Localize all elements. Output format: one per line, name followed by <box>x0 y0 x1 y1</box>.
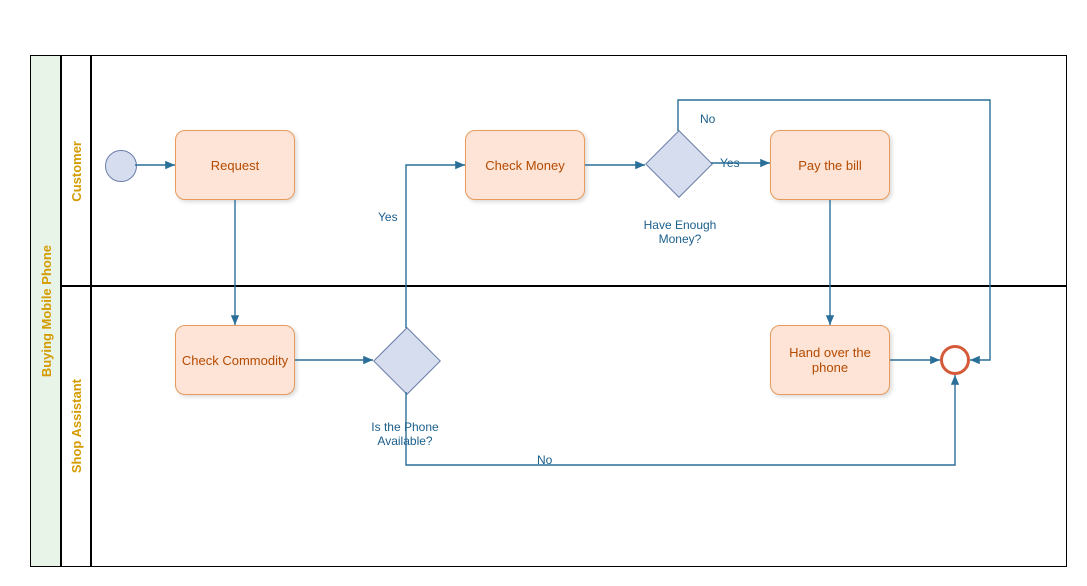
end-event[interactable] <box>940 345 970 375</box>
task-request[interactable]: Request <box>175 130 295 200</box>
edge-yes2: Yes <box>720 156 740 170</box>
lane-label-assistant: Shop Assistant <box>60 285 92 567</box>
lane-customer-text: Customer <box>69 141 84 202</box>
pool-title-bar: Buying Mobile Phone <box>30 55 62 567</box>
task-check-money[interactable]: Check Money <box>465 130 585 200</box>
lane-label-customer: Customer <box>60 55 92 287</box>
lane-assistant-text: Shop Assistant <box>69 379 84 473</box>
pool-title: Buying Mobile Phone <box>39 245 54 377</box>
task-hand-over[interactable]: Hand over the phone <box>770 325 890 395</box>
task-request-label: Request <box>211 158 259 173</box>
task-hand-over-label: Hand over the phone <box>775 345 885 375</box>
task-pay-bill[interactable]: Pay the bill <box>770 130 890 200</box>
bpmn-canvas: Buying Mobile Phone Customer Shop Assist… <box>0 0 1087 586</box>
edge-no1: No <box>537 453 552 467</box>
gateway-phone-available-label: Is the Phone Available? <box>365 420 445 448</box>
edge-no2: No <box>700 112 715 126</box>
edge-yes1: Yes <box>378 210 398 224</box>
task-pay-bill-label: Pay the bill <box>798 158 862 173</box>
start-event[interactable] <box>105 150 137 182</box>
task-check-commodity-label: Check Commodity <box>182 353 288 368</box>
gateway-enough-money-label: Have Enough Money? <box>635 218 725 246</box>
task-check-money-label: Check Money <box>485 158 564 173</box>
task-check-commodity[interactable]: Check Commodity <box>175 325 295 395</box>
